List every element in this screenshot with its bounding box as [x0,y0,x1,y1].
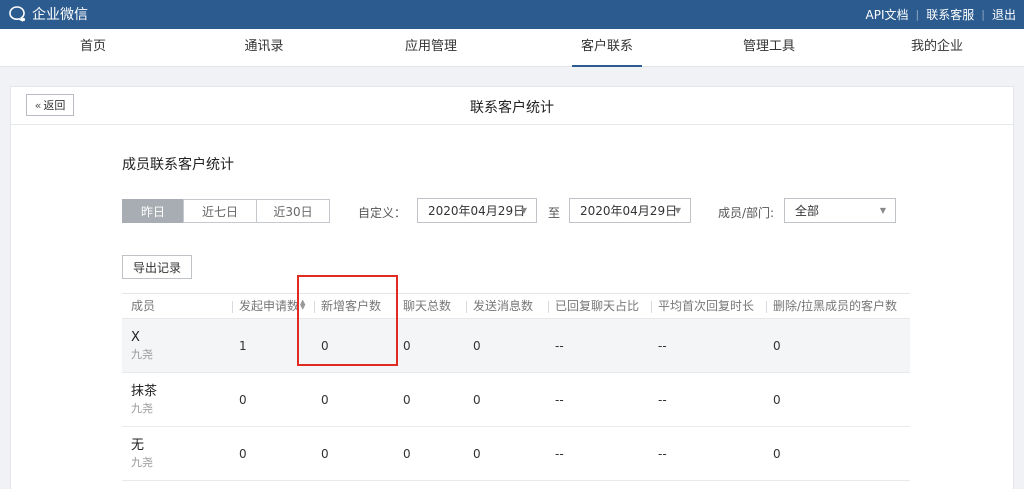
chevron-down-icon: ▼ [879,206,886,215]
top-link-divider: | [981,8,985,21]
cell-deleted-blocked: 0 [773,393,781,407]
column-header-applications[interactable]: 发起申请数▲ ▼ [232,294,305,320]
column-divider [651,301,652,313]
cell-total-chats: 0 [403,447,411,461]
end-date-value: 2020年04月29日 [580,204,678,218]
member-name: 抹茶 [131,384,158,399]
top-links: API文档 | 联系客服 | 退出 [866,6,1016,23]
cell-applications: 1 [239,339,247,353]
column-header-new-customers: 新增客户数 [314,294,382,320]
nav-app-management[interactable]: 应用管理 [399,29,463,67]
column-divider [766,301,767,313]
cell-avg-first-reply: -- [658,447,667,461]
column-header-messages-sent: 发送消息数 [466,294,534,320]
range-7days-tab[interactable]: 近七日 [183,199,257,223]
column-divider [548,301,549,313]
nav-customer-contact[interactable]: 客户联系 [572,29,642,67]
column-header-label: 平均首次回复时长 [658,299,755,313]
nav-management-tools[interactable]: 管理工具 [737,29,801,67]
cell-deleted-blocked: 0 [773,339,781,353]
nav-contacts[interactable]: 通讯录 [237,29,291,67]
card-header: « 返回 联系客户统计 [11,87,1013,125]
column-header-reply-ratio: 已回复聊天占比 [548,294,640,320]
member-department: 九尧 [131,402,153,415]
cell-avg-first-reply: -- [658,339,667,353]
app-title: 企业微信 [32,7,88,23]
column-divider [466,301,467,313]
cell-reply-ratio: -- [555,393,564,407]
table-header: 成员 发起申请数▲ ▼ 新增客户数 聊天总数 发送消息数 已回复聊天占比 平均首次… [122,293,910,319]
column-header-deleted-blocked: 删除/拉黑成员的客户数 [766,294,898,320]
column-divider [396,301,397,313]
member-dept-select[interactable]: 全部 ▼ [784,198,896,223]
column-divider [314,301,315,313]
start-date-select[interactable]: 2020年04月29日 ▼ [417,198,537,223]
logo[interactable]: 企业微信 [8,4,88,24]
nav-my-enterprise[interactable]: 我的企业 [905,29,969,67]
cell-applications: 0 [239,447,247,461]
cell-avg-first-reply: -- [658,393,667,407]
section-title: 成员联系客户统计 [122,157,234,173]
contact-support-link[interactable]: 联系客服 [926,6,974,23]
cell-total-chats: 0 [403,339,411,353]
range-30days-tab[interactable]: 近30日 [256,199,330,223]
wecom-logo-icon [9,6,26,22]
export-records-button[interactable]: 导出记录 [122,255,192,279]
cell-reply-ratio: -- [555,447,564,461]
cell-new-customers: 0 [321,447,329,461]
cell-total-chats: 0 [403,393,411,407]
member-name: X [131,330,140,345]
member-dept-label: 成员/部门: [718,206,775,220]
table-row: 抹茶 九尧 0 0 0 0 -- -- 0 [122,373,910,427]
member-dept-value: 全部 [795,204,820,218]
column-header-label: 已回复聊天占比 [555,299,640,313]
top-bar: 企业微信 API文档 | 联系客服 | 退出 [0,0,1024,29]
top-link-divider: | [915,8,920,21]
page-title: 联系客户统计 [470,100,554,116]
api-docs-link[interactable]: API文档 [866,6,909,23]
main-nav: 首页 通讯录 应用管理 客户联系 管理工具 我的企业 [0,29,1024,67]
cell-messages-sent: 0 [473,393,481,407]
start-date-value: 2020年04月29日 [428,204,526,218]
end-date-select[interactable]: 2020年04月29日 ▼ [569,198,691,223]
logout-link[interactable]: 退出 [992,6,1016,23]
cell-new-customers: 0 [321,339,329,353]
cell-applications: 0 [239,393,247,407]
table-row: 无 九尧 0 0 0 0 -- -- 0 [122,427,910,481]
member-name: 无 [131,438,145,453]
column-header-label: 删除/拉黑成员的客户数 [773,299,898,313]
range-yesterday-tab[interactable]: 昨日 [122,199,184,223]
cell-messages-sent: 0 [473,339,481,353]
sort-icon[interactable]: ▲ ▼ [300,299,305,311]
nav-home[interactable]: 首页 [66,29,120,67]
cell-reply-ratio: -- [555,339,564,353]
cell-deleted-blocked: 0 [773,447,781,461]
column-header-label: 新增客户数 [321,299,382,313]
custom-range-label: 自定义： [358,206,407,220]
column-header-member: 成员 [131,299,156,313]
cell-messages-sent: 0 [473,447,481,461]
chevron-down-icon: ▼ [674,206,681,215]
column-header-label: 发送消息数 [473,299,534,313]
chevron-down-icon: ▼ [520,206,527,215]
column-divider [232,301,233,313]
column-header-label: 发起申请数 [239,299,300,313]
table-row: X 九尧 1 0 0 0 -- -- 0 [122,319,910,373]
member-department: 九尧 [131,456,153,469]
column-header-avg-first-reply: 平均首次回复时长 [651,294,755,320]
member-department: 九尧 [131,348,153,361]
cell-new-customers: 0 [321,393,329,407]
column-header-label: 聊天总数 [403,299,452,313]
date-to-label: 至 [548,206,561,220]
column-header-total-chats: 聊天总数 [396,294,452,320]
